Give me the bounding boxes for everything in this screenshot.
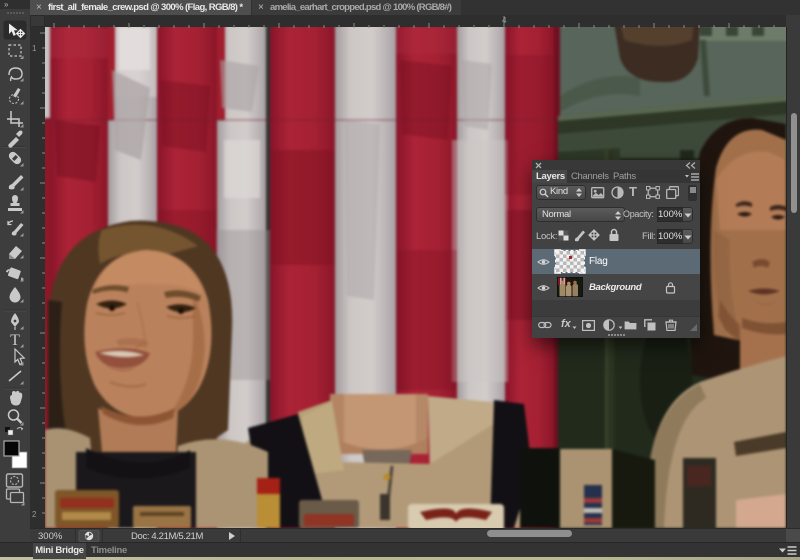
svg-text:T: T: [10, 332, 20, 349]
